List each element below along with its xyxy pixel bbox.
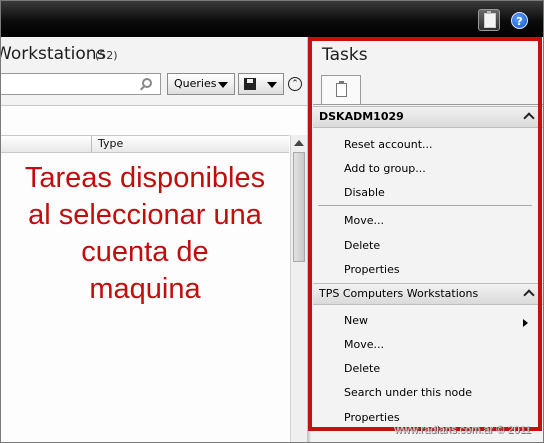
- top-bar: ?: [1, 1, 543, 37]
- clipboard-icon: [484, 11, 496, 28]
- annotation-line: cuenta de: [81, 236, 209, 268]
- clipboard-icon: [336, 81, 347, 97]
- tab-strip-line: [313, 104, 543, 105]
- section-header-computer[interactable]: DSKADM1029: [313, 106, 543, 128]
- column-divider[interactable]: [91, 136, 92, 152]
- tasks-title: Tasks: [322, 45, 368, 65]
- pane-title: Workstations: [0, 44, 106, 64]
- tasks-tab[interactable]: [321, 75, 361, 105]
- annotation-line: Tareas disponibles: [24, 162, 266, 194]
- task-reset-account[interactable]: Reset account...: [344, 138, 433, 151]
- section-header-container[interactable]: TPS Computers Workstations: [313, 283, 543, 305]
- divider: [318, 205, 532, 206]
- task-delete[interactable]: Delete: [344, 362, 380, 375]
- app-window: ? Workstations (52) Queries ⌃ Type Tarea…: [0, 0, 544, 443]
- scroll-up-icon[interactable]: [293, 137, 305, 149]
- task-delete[interactable]: Delete: [344, 239, 380, 252]
- annotation-line: al seleccionar una: [28, 199, 262, 231]
- task-disable[interactable]: Disable: [344, 186, 385, 199]
- search-input[interactable]: [1, 73, 161, 95]
- task-properties[interactable]: Properties: [344, 263, 400, 276]
- vertical-scrollbar[interactable]: [290, 135, 307, 442]
- chevron-up-icon[interactable]: [523, 289, 535, 301]
- task-move[interactable]: Move...: [344, 338, 384, 351]
- section-title: TPS Computers Workstations: [319, 287, 479, 300]
- pane-splitter[interactable]: [307, 37, 311, 442]
- annotation-line: maquina: [89, 273, 201, 305]
- task-new[interactable]: New: [344, 314, 368, 327]
- task-search-under-node[interactable]: Search under this node: [344, 386, 472, 399]
- collapse-button[interactable]: ⌃: [288, 77, 302, 91]
- watermark: www.radians.com.ar © 2011: [394, 424, 531, 436]
- task-properties[interactable]: Properties: [344, 411, 400, 424]
- task-add-to-group[interactable]: Add to group...: [344, 162, 426, 175]
- grid-header: Type: [1, 135, 289, 153]
- queries-label: Queries: [174, 77, 217, 90]
- chevron-down-icon: [267, 82, 277, 88]
- column-header-type[interactable]: Type: [98, 137, 123, 150]
- task-move[interactable]: Move...: [344, 214, 384, 227]
- submenu-arrow-icon: [523, 319, 528, 327]
- save-icon: [244, 78, 256, 90]
- save-query-button[interactable]: [238, 73, 284, 95]
- chevron-up-icon[interactable]: [523, 112, 535, 124]
- workstations-pane: Workstations (52) Queries ⌃ Type Tareas …: [1, 37, 307, 442]
- search-icon[interactable]: [142, 78, 152, 88]
- tasks-pane: Tasks DSKADM1029 Reset account... Add to…: [313, 37, 543, 442]
- annotation-text: Tareas disponibles al seleccionar una cu…: [1, 160, 289, 308]
- section-title: DSKADM1029: [319, 110, 404, 123]
- clipboard-button[interactable]: [478, 9, 500, 31]
- item-count: (52): [95, 49, 118, 62]
- help-button[interactable]: ?: [511, 12, 528, 29]
- queries-button[interactable]: Queries: [167, 73, 235, 95]
- chevron-down-icon: [218, 82, 228, 88]
- scroll-thumb[interactable]: [293, 152, 305, 262]
